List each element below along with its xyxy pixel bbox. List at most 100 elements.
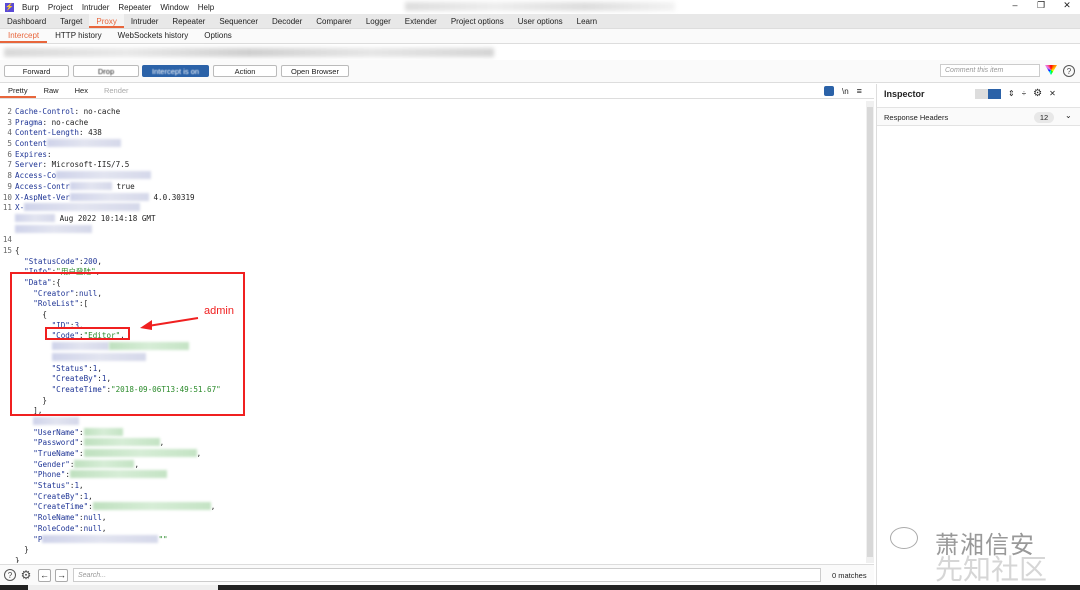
comment-input[interactable]: Comment this item [940,64,1040,77]
tab-intruder[interactable]: Intruder [124,14,166,28]
open-browser-button[interactable]: Open Browser [281,65,349,77]
code-line: 3 Pragma: no-cache [0,118,866,129]
editor-scrollbar[interactable] [866,101,874,563]
editor-tab-hex[interactable]: Hex [67,84,96,98]
line-number: 10 [2,192,12,202]
settings-gear-icon[interactable]: ⚙ [20,569,32,581]
line-number: 7 [7,160,12,170]
annotation-arrow-icon [140,317,199,330]
highlight-color-icon[interactable] [1045,65,1057,75]
close-inspector-icon[interactable]: ✕ [1049,89,1056,98]
editor-tab-raw[interactable]: Raw [36,84,67,98]
intercept-toggle-button[interactable]: Intercept is on [142,65,209,77]
help-icon[interactable]: ? [1063,65,1075,77]
inspector-section-response-headers[interactable]: Response Headers 12 ⌄ [877,107,1080,126]
subtab-websockets-history[interactable]: WebSockets history [110,29,197,43]
search-input[interactable]: Search... [73,568,821,582]
tab-learn[interactable]: Learn [570,14,604,28]
code-line: Aug 2022 10:14:18 GMT [0,213,866,225]
code-token: , [101,513,107,523]
layout-toggle[interactable] [975,88,1001,99]
tab-proxy[interactable]: Proxy [89,14,124,28]
line-number [0,225,12,236]
menu-item-burp[interactable]: Burp [22,3,39,12]
code-key: "CreateBy" [33,491,80,501]
code-line: } [0,545,866,556]
help-icon[interactable]: ? [4,569,16,581]
line-number [0,449,12,460]
menu-icon[interactable]: ≡ [857,86,862,96]
code-line [0,224,866,236]
next-match-button[interactable]: → [55,569,68,582]
line-number [0,535,12,546]
chevron-down-icon[interactable]: ⌄ [1065,111,1072,120]
code-key: "StatusCode" [24,256,80,266]
tab-user-options[interactable]: User options [511,14,570,28]
intercept-label: Intercept is on [151,67,200,76]
tab-logger[interactable]: Logger [359,14,398,28]
wrap-icon[interactable] [824,86,834,96]
forward-button[interactable]: Forward [4,65,69,77]
taskbar [0,585,1080,590]
redacted-value [83,449,197,457]
main-tabs: Dashboard Target Proxy Intruder Repeater Sequ… [0,14,1080,29]
menu-bar: Burp Project Intruder Repeater Window Help [22,3,223,12]
code-key: Access-Contr [15,181,70,191]
line-number [0,556,12,563]
subtab-intercept[interactable]: Intercept [0,29,48,43]
tab-repeater[interactable]: Repeater [165,14,212,28]
layout-stacked-icon[interactable] [975,88,988,99]
inspector-panel: Inspector ⇕ ÷ ⚙ ✕ Response Headers 12 ⌄ [876,84,1080,585]
line-number: 2 [7,107,12,116]
line-number [0,460,12,471]
redacted-value [69,192,149,201]
subtab-options[interactable]: Options [196,29,240,43]
action-button[interactable]: Action [213,65,277,77]
editor-tab-pretty[interactable]: Pretty [0,84,36,98]
subtab-http-history[interactable]: HTTP history [47,29,110,43]
close-button[interactable]: ✕ [1054,0,1080,11]
code-token: , [210,502,216,512]
code-line: "P "" [0,534,866,546]
line-number: 9 [7,181,12,191]
minimize-button[interactable]: – [1002,0,1028,11]
line-number [0,417,12,428]
code-token: : no-cache [42,117,89,127]
intercept-toolbar: Forward Drop Intercept is on Action Open… [0,60,1080,83]
tab-target[interactable]: Target [53,14,89,28]
restore-button[interactable]: ❐ [1028,0,1054,11]
expand-all-icon[interactable]: ⇕ [1008,89,1015,98]
code-line: } [0,556,866,563]
line-number: 14 [2,235,12,245]
code-token: , [159,438,165,448]
menu-item-help[interactable]: Help [198,3,214,12]
menu-item-window[interactable]: Window [160,3,188,12]
code-token: null [83,513,102,523]
tab-sequencer[interactable]: Sequencer [212,14,265,28]
title-bar: ⚡ Burp Project Intruder Repeater Window Help … [0,0,1080,14]
newline-toggle-icon[interactable]: \n [842,87,849,96]
menu-item-intruder[interactable]: Intruder [82,3,110,12]
drop-button[interactable]: Drop [73,65,139,77]
code-line: "TrueName":, [0,449,866,460]
tab-comparer[interactable]: Comparer [309,14,359,28]
collapse-all-icon[interactable]: ÷ [1022,89,1026,98]
code-token: : Microsoft-IIS/7.5 [42,160,130,170]
previous-match-button[interactable]: ← [38,569,51,582]
menu-item-repeater[interactable]: Repeater [118,3,151,12]
tab-dashboard[interactable]: Dashboard [0,14,53,28]
code-key: "RoleName" [33,513,80,523]
layout-side-icon[interactable] [988,88,1001,99]
settings-gear-icon[interactable]: ⚙ [1033,88,1042,99]
code-line: 15{ [0,246,866,257]
editor-tab-render[interactable]: Render [96,84,137,98]
menu-item-project[interactable]: Project [48,3,73,12]
tab-project-options[interactable]: Project options [444,14,511,28]
tab-decoder[interactable]: Decoder [265,14,309,28]
code-line: 7 Server: Microsoft-IIS/7.5 [0,160,866,171]
tab-extender[interactable]: Extender [398,14,444,28]
line-number: 11 [2,203,12,213]
